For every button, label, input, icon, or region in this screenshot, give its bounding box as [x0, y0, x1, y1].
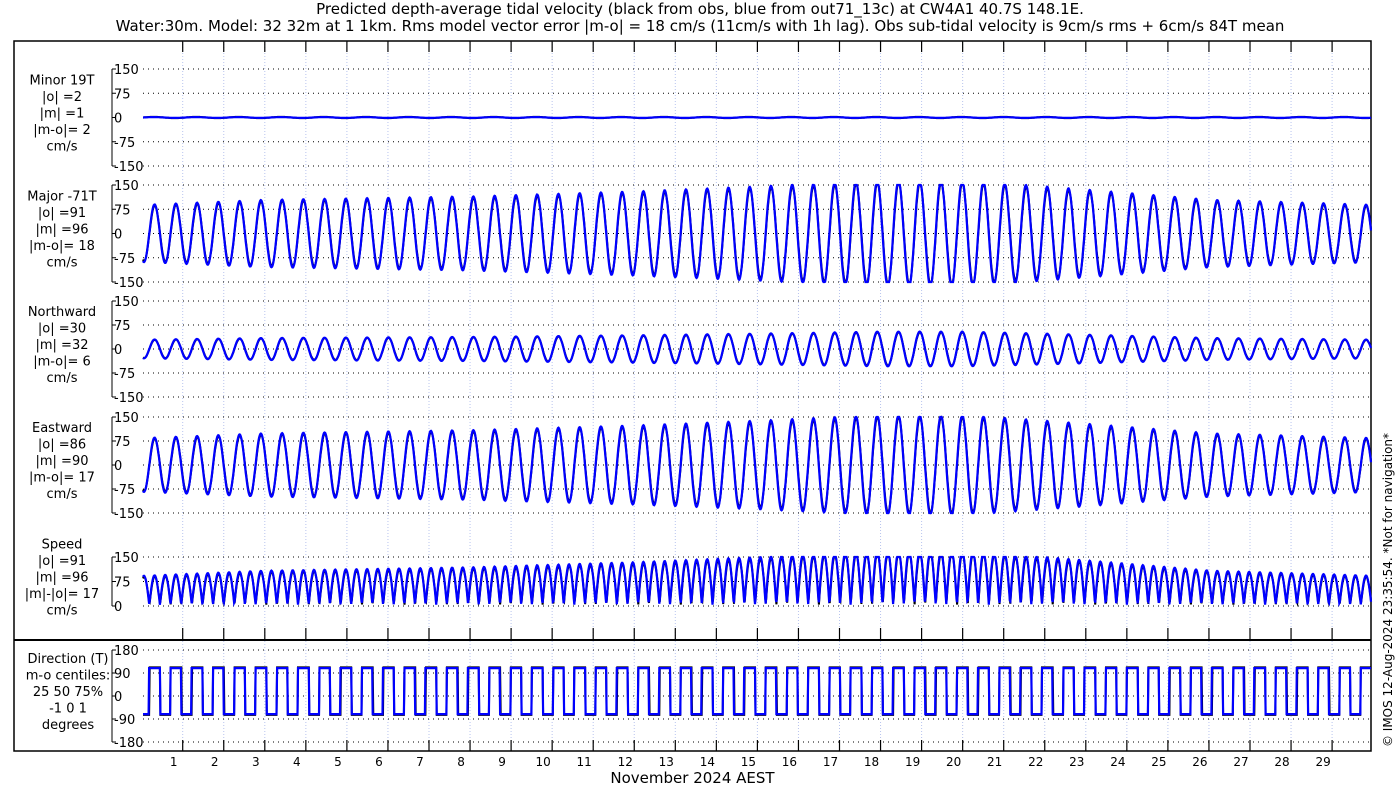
panel-label-line: cm/s [47, 604, 78, 619]
y-tick-label: 0 [114, 343, 122, 358]
y-tick-label: 75 [114, 319, 131, 334]
y-tick-label: 0 [114, 690, 122, 705]
x-tick-label: 9 [498, 755, 506, 769]
x-tick-label: 6 [375, 755, 383, 769]
y-tick-label: 75 [114, 435, 131, 450]
panel-label-line: Minor 19T [30, 74, 95, 89]
panel-label-line: |m-o|= 18 [29, 239, 95, 254]
x-tick-label: 13 [659, 755, 674, 769]
x-tick-label: 14 [700, 755, 715, 769]
y-tick-label: -150 [114, 276, 144, 291]
panel-label-line: |m-o|= 17 [29, 471, 95, 486]
panel-label-line: Major -71T [27, 190, 96, 205]
x-tick-label: 22 [1028, 755, 1043, 769]
panel-label-line: |o| =91 [38, 206, 86, 221]
x-tick-label: 3 [252, 755, 260, 769]
series-model-speed [142, 555, 1373, 608]
x-tick-label: 16 [782, 755, 797, 769]
panel-minor: Minor 19T|o| =2 |m| =1|m-o|= 2 cm/s 150 75 0 -… [30, 63, 1372, 175]
panel-label-line: |o| =86 [38, 438, 86, 453]
panel-label-line: |m-o|= 6 [33, 355, 91, 370]
panel-label-line: |o| =2 [42, 90, 82, 105]
x-tick-label: 19 [905, 755, 920, 769]
panel-label-line: |o| =30 [38, 322, 86, 337]
y-tick-label: 150 [114, 411, 139, 426]
x-axis-label: November 2024 AEST [610, 769, 775, 787]
series-model-north [142, 330, 1373, 368]
panel-north: Northward |o| =30|m| =32 |m-o|= 6cm/s 150 75… [28, 295, 1373, 406]
y-tick-label: 150 [114, 295, 139, 310]
panel-direction: Direction (T) m-o centiles:25 50 75% -1 0 … [26, 644, 1371, 751]
panel-label-line: |m| =32 [36, 338, 89, 353]
panel-label-line: |m|-|o|= 17 [25, 587, 99, 602]
y-tick-label: -150 [114, 160, 144, 175]
panel-label-line: degrees [42, 718, 95, 733]
x-tick-label: 25 [1151, 755, 1166, 769]
panel-label-line: 25 50 75% [33, 685, 103, 700]
panel-label-line: cm/s [47, 487, 78, 502]
x-tick-label: 1 [170, 755, 178, 769]
y-tick-label: -180 [114, 736, 144, 751]
panel-label-line: |m| =90 [36, 454, 89, 469]
x-tick-label: 28 [1274, 755, 1289, 769]
panel-speed: Speed|o| =91 |m| =96|m|-|o|= 17 cm/s 150 75 0 [25, 538, 1373, 619]
y-tick-label: 90 [114, 667, 131, 682]
panel-label-line: |m| =96 [36, 571, 89, 586]
x-tick-label: 20 [946, 755, 961, 769]
panel-label-line: cm/s [47, 371, 78, 386]
panel-label-line: |o| =91 [38, 554, 86, 569]
y-tick-label: 150 [114, 551, 139, 566]
x-tick-label: 2 [211, 755, 219, 769]
x-tick-label: 8 [457, 755, 465, 769]
panel-label-line: cm/s [47, 256, 78, 271]
panel-label-line: |m| =1 [40, 107, 85, 122]
y-tick-label: 180 [114, 644, 139, 659]
x-tick-label: 7 [416, 755, 424, 769]
y-tick-label: 75 [114, 576, 131, 591]
y-tick-label: 0 [114, 459, 122, 474]
x-tick-label: 15 [741, 755, 756, 769]
panel-label-line: cm/s [47, 140, 78, 155]
y-tick-label: -90 [114, 713, 135, 728]
x-tick-label: 24 [1110, 755, 1125, 769]
copyright-watermark: © IMOS 12-Aug-2024 23:35:54. *Not for na… [1381, 432, 1395, 748]
y-tick-label: -150 [114, 507, 144, 522]
x-tick-label: 4 [293, 755, 301, 769]
y-tick-label: 75 [114, 87, 131, 102]
panel-label-line: -1 0 1 [49, 702, 87, 717]
panel-label-line: Northward [28, 305, 96, 320]
x-tick-label: 10 [536, 755, 551, 769]
y-tick-label: 150 [114, 63, 139, 78]
y-tick-label: -75 [114, 136, 135, 151]
y-tick-label: 0 [114, 228, 122, 243]
y-tick-label: 0 [114, 112, 122, 127]
y-tick-label: -75 [114, 367, 135, 382]
panel-east: Eastward |o| =86|m| =90 |m-o|= 17cm/s 150 75… [29, 411, 1373, 522]
panel-label-line: Eastward [32, 421, 92, 436]
x-tick-label: 27 [1233, 755, 1248, 769]
y-tick-label: 0 [114, 600, 122, 615]
y-tick-label: -75 [114, 483, 135, 498]
x-tick-label: 17 [823, 755, 838, 769]
tidal-velocity-chart: 1 2 3 4 5 6 7 8 9 10 11 12 13 14 15 16 17 18 19 20 21 22 23 24 2… [13, 40, 1373, 769]
x-tick-label: 11 [577, 755, 592, 769]
panel-label-line: |m-o|= 2 [33, 123, 91, 138]
y-tick-label: 150 [114, 179, 139, 194]
panel-label-line: m-o centiles: [26, 669, 111, 684]
x-tick-label: 18 [864, 755, 879, 769]
panel-label-line: Direction (T) [28, 652, 109, 667]
panel-major: Major -71T|o| =91 |m| =96|m-o|= 18 cm/s 150… [27, 179, 1373, 291]
y-tick-label: -75 [114, 252, 135, 267]
x-tick-label: 23 [1069, 755, 1084, 769]
x-tick-label: 12 [618, 755, 633, 769]
x-tick-label: 21 [987, 755, 1002, 769]
y-tick-label: 75 [114, 203, 131, 218]
x-tick-label: 5 [334, 755, 342, 769]
panel-label-line: |m| =96 [36, 223, 89, 238]
panel-label-line: Speed [42, 538, 83, 553]
y-tick-label: -150 [114, 391, 144, 406]
series-model-minor [143, 115, 1372, 120]
x-tick-label: 26 [1192, 755, 1207, 769]
x-tick-label: 29 [1315, 755, 1330, 769]
